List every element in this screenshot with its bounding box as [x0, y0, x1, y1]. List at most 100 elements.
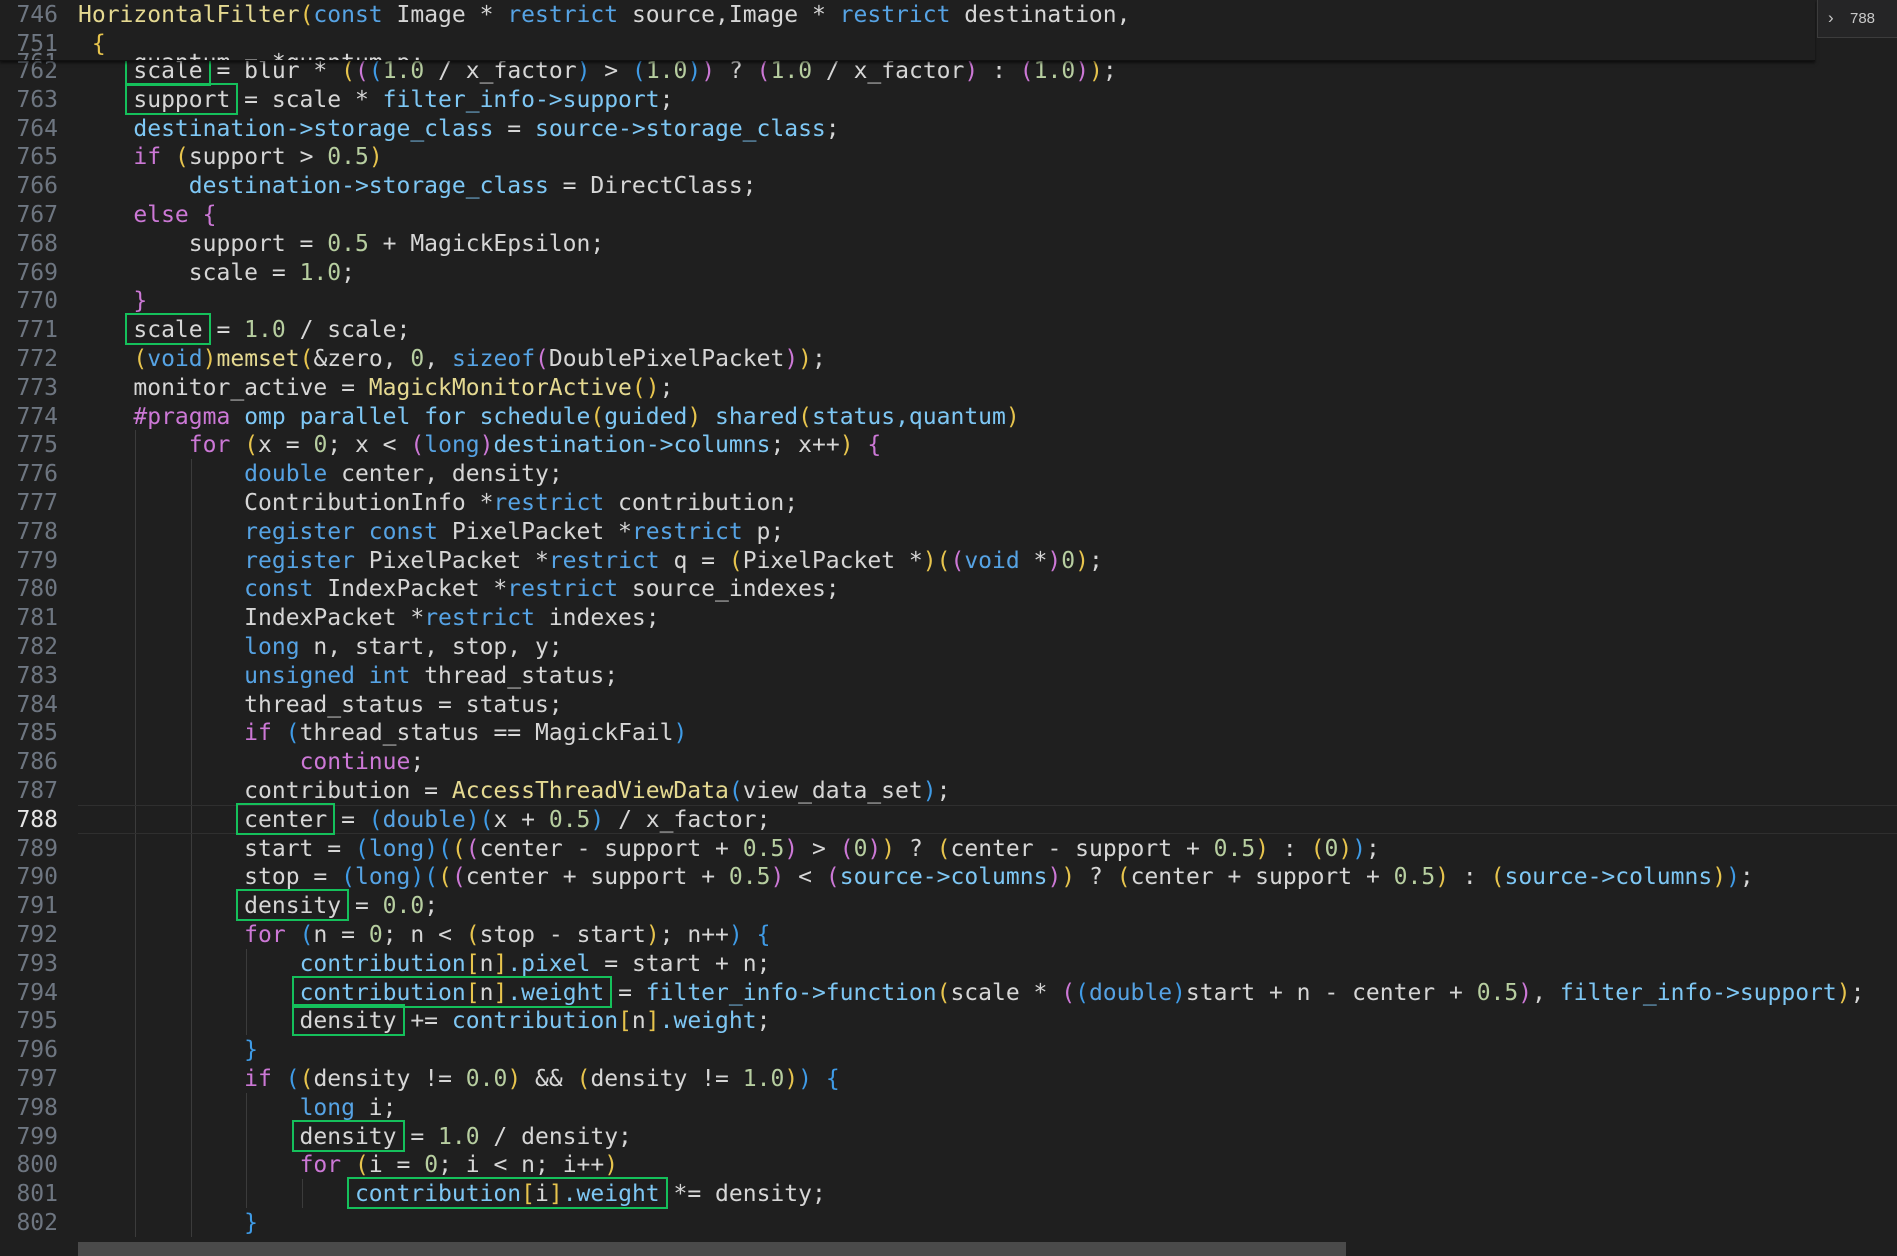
code-line[interactable]: if (thread_status == MagickFail) — [78, 720, 687, 746]
chevron-right-icon[interactable]: › — [1828, 8, 1834, 28]
code-line[interactable]: continue; — [78, 749, 425, 775]
code-editor[interactable]: 762 scale = blur * (((1.0 / x_factor) > … — [0, 0, 1897, 1256]
code-line[interactable]: for (n = 0; n < (stop - start); n++) { — [78, 922, 770, 948]
code-line[interactable]: start = (long)(((center - support + 0.5)… — [78, 836, 1380, 862]
code-line[interactable]: long n, start, stop, y; — [78, 634, 563, 660]
code-token: destination->storage_class — [133, 115, 494, 142]
line-number[interactable]: 768 — [0, 231, 58, 257]
sticky-line-number[interactable]: 761 — [0, 50, 58, 60]
code-line[interactable]: const IndexPacket *restrict source_index… — [78, 576, 839, 602]
line-number[interactable]: 782 — [0, 634, 58, 660]
line-number[interactable]: 795 — [0, 1008, 58, 1034]
code-token: source->columns — [839, 864, 1048, 891]
line-number[interactable]: 797 — [0, 1066, 58, 1092]
line-number[interactable]: 800 — [0, 1152, 58, 1178]
line-number[interactable]: 799 — [0, 1124, 58, 1150]
code-line[interactable]: for (x = 0; x < (long)destination->colum… — [78, 432, 882, 458]
code-line[interactable]: long i; — [78, 1095, 397, 1121]
line-number[interactable]: 774 — [0, 404, 58, 430]
line-number[interactable]: 788 — [0, 807, 58, 833]
code-token: + MagickEpsilon; — [368, 230, 605, 257]
code-token: ; — [1850, 979, 1865, 1006]
line-number[interactable]: 764 — [0, 116, 58, 142]
line-number[interactable]: 771 — [0, 317, 58, 343]
line-number[interactable]: 784 — [0, 692, 58, 718]
line-number[interactable]: 778 — [0, 519, 58, 545]
line-number[interactable]: 776 — [0, 461, 58, 487]
code-line[interactable]: } — [78, 1210, 258, 1236]
code-line[interactable]: scale = blur * (((1.0 / x_factor) > (1.0… — [78, 58, 1116, 84]
line-number[interactable]: 773 — [0, 375, 58, 401]
line-number[interactable]: 791 — [0, 893, 58, 919]
sticky-scroll-header[interactable]: 746 HorizontalFilter(const Image * restri… — [0, 0, 1815, 61]
code-token: ( — [438, 835, 452, 862]
code-line[interactable]: if (support > 0.5) — [78, 144, 382, 170]
line-number[interactable]: 792 — [0, 922, 58, 948]
line-number[interactable]: 785 — [0, 720, 58, 746]
sticky-code-line[interactable]: HorizontalFilter(const Image * restrict … — [78, 2, 1130, 28]
code-line[interactable]: scale = 1.0; — [78, 260, 355, 286]
line-number[interactable]: 789 — [0, 836, 58, 862]
line-number[interactable]: 777 — [0, 490, 58, 516]
code-line[interactable]: ContributionInfo *restrict contribution; — [78, 490, 798, 516]
line-number[interactable]: 801 — [0, 1181, 58, 1207]
code-line[interactable]: IndexPacket *restrict indexes; — [78, 605, 659, 631]
sticky-line-number[interactable]: 746 — [0, 2, 58, 28]
code-token: contribution — [299, 950, 466, 977]
code-line[interactable]: thread_status = status; — [78, 692, 563, 718]
code-line[interactable]: register const PixelPacket *restrict p; — [78, 519, 784, 545]
line-number[interactable]: 781 — [0, 605, 58, 631]
code-line[interactable]: else { — [78, 202, 216, 228]
code-line[interactable]: destination->storage_class = DirectClass… — [78, 173, 757, 199]
code-line[interactable]: } — [78, 1037, 258, 1063]
line-number[interactable]: 798 — [0, 1095, 58, 1121]
line-number[interactable]: 762 — [0, 58, 58, 84]
code-line[interactable]: contribution[n].pixel = start + n; — [78, 950, 771, 977]
code-line[interactable]: } — [78, 288, 147, 314]
line-number[interactable]: 770 — [0, 288, 58, 314]
code-token: ( — [756, 58, 771, 84]
line-number[interactable]: 783 — [0, 663, 58, 689]
line-number[interactable]: 765 — [0, 144, 58, 170]
code-line[interactable]: monitor_active = MagickMonitorActive(); — [78, 375, 673, 401]
code-line[interactable]: #pragma omp parallel for schedule(guided… — [78, 404, 1019, 430]
code-line[interactable]: for (i = 0; i < n; i++) — [78, 1152, 619, 1178]
code-line[interactable]: double center, density; — [78, 461, 563, 487]
code-line[interactable]: (void)memset(&zero, 0, sizeof(DoublePixe… — [78, 346, 826, 372]
horizontal-scrollbar[interactable] — [78, 1242, 1346, 1256]
code-token: ; n++ — [659, 922, 729, 948]
code-token: thread_status = status; — [78, 691, 563, 718]
line-number[interactable]: 796 — [0, 1037, 58, 1063]
code-line[interactable]: if ((density != 0.0) && (density != 1.0)… — [78, 1066, 840, 1092]
code-token: double — [244, 461, 328, 488]
line-number[interactable]: 780 — [0, 576, 58, 602]
line-number[interactable]: 772 — [0, 346, 58, 372]
code-line[interactable]: density += contribution[n].weight; — [78, 1008, 771, 1034]
sticky-code-line[interactable]: quantum = *quantum_p; — [78, 50, 424, 60]
line-number[interactable]: 794 — [0, 980, 58, 1006]
code-line[interactable]: destination->storage_class = source->sto… — [78, 115, 839, 142]
code-token: ; n < — [382, 922, 466, 948]
code-line[interactable]: stop = (long)(((center + support + 0.5) … — [78, 864, 1754, 890]
line-number[interactable]: 775 — [0, 432, 58, 458]
line-number[interactable]: 763 — [0, 87, 58, 113]
line-number[interactable]: 766 — [0, 173, 58, 199]
line-number[interactable]: 767 — [0, 202, 58, 228]
code-line[interactable]: unsigned int thread_status; — [78, 663, 618, 689]
code-token: ( — [936, 979, 951, 1006]
line-number[interactable]: 779 — [0, 548, 58, 574]
code-line[interactable]: register PixelPacket *restrict q = (Pixe… — [78, 548, 1103, 574]
line-peek-widget[interactable]: › 788 — [1817, 0, 1897, 38]
line-number[interactable]: 802 — [0, 1210, 58, 1236]
line-number[interactable]: 793 — [0, 951, 58, 977]
line-number[interactable]: 769 — [0, 260, 58, 286]
code-line[interactable]: contribution = AccessThreadViewData(view… — [78, 778, 950, 804]
code-line[interactable]: center = (double)(x + 0.5) / x_factor; — [78, 807, 770, 833]
line-number[interactable]: 790 — [0, 864, 58, 890]
code-line[interactable]: support = 0.5 + MagickEpsilon; — [78, 231, 604, 257]
code-token: 0.5 — [548, 806, 591, 833]
line-number[interactable]: 786 — [0, 749, 58, 775]
line-number[interactable]: 787 — [0, 778, 58, 804]
